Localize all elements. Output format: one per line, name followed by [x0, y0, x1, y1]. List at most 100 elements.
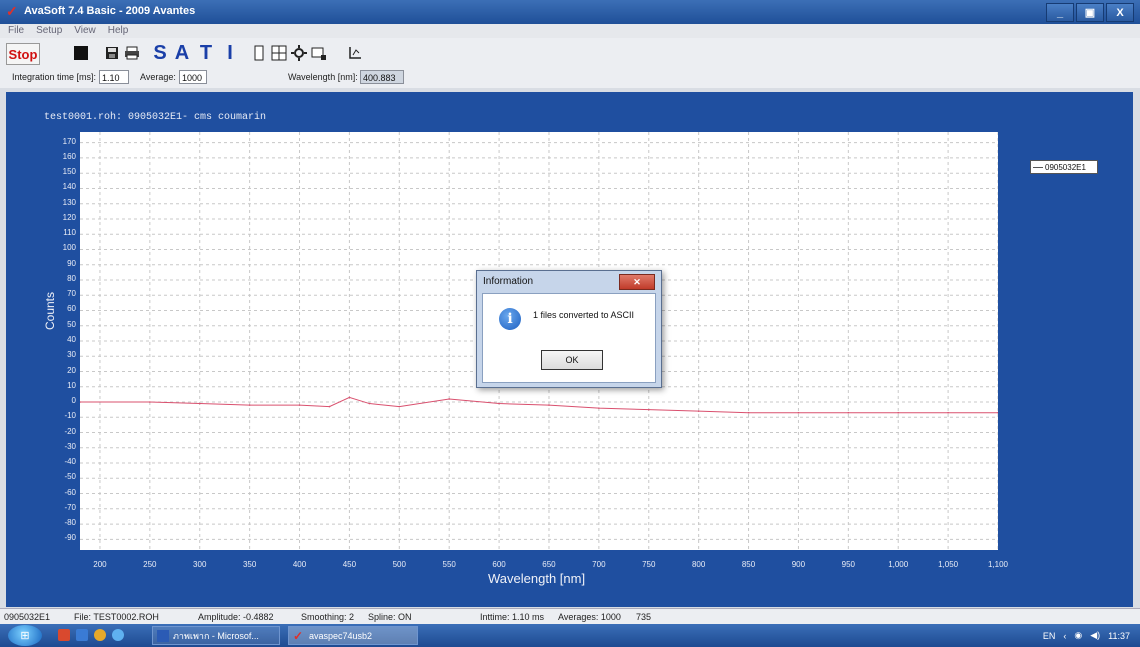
window-title: AvaSoft 7.4 Basic - 2009 Avantes [24, 5, 196, 17]
device-icon[interactable] [252, 43, 266, 63]
absorbance-mode-button[interactable]: A [172, 42, 192, 64]
y-tick-label: 150 [62, 167, 76, 177]
quicklaunch-icon[interactable] [58, 629, 70, 641]
task-avasoft[interactable]: ✓ avaspec74usb2 [288, 626, 418, 645]
tray-arrow-icon[interactable]: ‹ [1063, 631, 1066, 641]
clock[interactable]: 11:37 [1108, 631, 1130, 641]
y-tick-label: 40 [67, 335, 76, 344]
legend-series-name: 0905032E1 [1045, 163, 1086, 172]
ie-icon[interactable] [112, 629, 124, 641]
data-point [348, 396, 351, 399]
y-tick-label: -70 [64, 502, 76, 512]
data-point [997, 411, 999, 414]
integration-time-input[interactable]: 1.10 [99, 70, 129, 84]
data-point [797, 411, 800, 414]
print-icon[interactable] [124, 43, 140, 63]
x-tick-label: 900 [791, 560, 806, 569]
transmission-mode-button[interactable]: T [196, 42, 216, 64]
window-select-icon[interactable] [310, 43, 328, 63]
data-point [947, 411, 949, 414]
x-tick-label: 450 [342, 560, 357, 569]
window-controls: _ ▣ X [1046, 3, 1134, 22]
scope-mode-button[interactable]: S [150, 42, 170, 64]
legend-line-swatch [1033, 167, 1043, 169]
x-tick-label: 950 [841, 560, 855, 569]
data-point [198, 402, 201, 405]
x-tick-label: 250 [143, 560, 157, 569]
x-tick-label: 750 [642, 560, 656, 569]
maximize-button[interactable]: ▣ [1076, 3, 1104, 22]
y-tick-label: 70 [67, 289, 76, 299]
quicklaunch-icon[interactable] [76, 629, 88, 641]
dialog-close-button[interactable]: ✕ [619, 274, 655, 290]
ok-button[interactable]: OK [541, 350, 603, 370]
y-tick-label: -60 [64, 487, 76, 497]
data-point [248, 404, 251, 406]
y-tick-label: 30 [67, 350, 76, 360]
y-tick-label: 100 [62, 243, 76, 253]
series-line [80, 396, 998, 414]
x-tick-label: 700 [592, 560, 606, 569]
data-point [697, 410, 700, 412]
integration-time-label: Integration time [ms]: [12, 72, 97, 82]
save-icon[interactable] [104, 43, 120, 63]
info-icon: i [499, 308, 521, 330]
task-word-document[interactable]: ภาพเพาก - Microsof... [152, 626, 280, 645]
data-point [298, 404, 301, 406]
y-tick-label: -40 [64, 457, 76, 467]
data-point [498, 402, 500, 405]
settings-gear-icon[interactable] [290, 43, 308, 63]
toolbar: Stop S A T I [0, 38, 1140, 68]
menu-file[interactable]: File [8, 24, 24, 38]
y-tick-label: 170 [62, 136, 76, 146]
irradiance-mode-button[interactable]: I [220, 42, 240, 64]
chart-title: test0001.roh: 0905032E1- cms coumarin [44, 112, 267, 123]
x-tick-label: 650 [542, 560, 556, 569]
browser-icon[interactable] [94, 629, 106, 641]
y-tick-label: 20 [67, 365, 76, 375]
x-tick-label: 600 [492, 560, 506, 569]
menu-help[interactable]: Help [108, 24, 129, 38]
avasoft-icon: ✓ [293, 629, 304, 643]
y-tick-label: 120 [62, 212, 76, 222]
menu-view[interactable]: View [74, 24, 96, 38]
dialog-body: i 1 files converted to ASCII OK [482, 293, 656, 383]
x-tick-label: 350 [242, 560, 257, 569]
y-tick-label: -50 [64, 472, 76, 482]
minimize-button[interactable]: _ [1046, 3, 1074, 22]
x-tick-label: 200 [93, 560, 107, 569]
window-titlebar[interactable]: ✓ AvaSoft 7.4 Basic - 2009 Avantes _ ▣ X [0, 0, 1140, 24]
y-tick-label: 80 [67, 273, 76, 283]
y-tick-label: 110 [63, 228, 76, 238]
data-point [448, 398, 450, 400]
taskbar: ⊞ ภาพเพาก - Microsof... ✓ avaspec74usb2 E… [0, 624, 1140, 647]
y-tick-label: 160 [62, 151, 76, 161]
menu-setup[interactable]: Setup [36, 24, 62, 38]
axis-scale-icon[interactable] [346, 43, 364, 63]
dialog-title: Information [483, 276, 534, 287]
avasoft-logo-icon: ✓ [6, 3, 18, 19]
language-indicator[interactable]: EN [1043, 631, 1056, 641]
status-inttime: Inttime: 1.10 ms [480, 612, 545, 622]
x-tick-label: 400 [292, 560, 307, 569]
network-icon[interactable]: ◉ [1074, 630, 1082, 641]
average-input[interactable]: 1000 [179, 70, 207, 84]
volume-icon[interactable]: ◀) [1090, 630, 1100, 641]
start-button[interactable]: ⊞ [8, 625, 42, 646]
data-point [747, 411, 750, 414]
y-tick-label: 10 [67, 380, 76, 390]
data-point [398, 405, 401, 408]
grid-zoom-icon[interactable] [270, 43, 288, 63]
y-tick-label: 60 [67, 304, 76, 314]
data-point [328, 405, 331, 408]
x-axis-label: Wavelength [nm] [488, 571, 586, 586]
y-tick-label: 130 [62, 197, 76, 207]
wavelength-readout: 400.883 [360, 70, 404, 84]
y-tick-label: 90 [67, 258, 76, 268]
black-square-icon[interactable] [72, 43, 90, 63]
status-count: 735 [636, 612, 652, 622]
word-icon [157, 630, 169, 642]
close-button[interactable]: X [1106, 3, 1134, 22]
stop-button[interactable]: Stop [6, 43, 40, 65]
legend: 0905032E1 [1030, 160, 1098, 174]
